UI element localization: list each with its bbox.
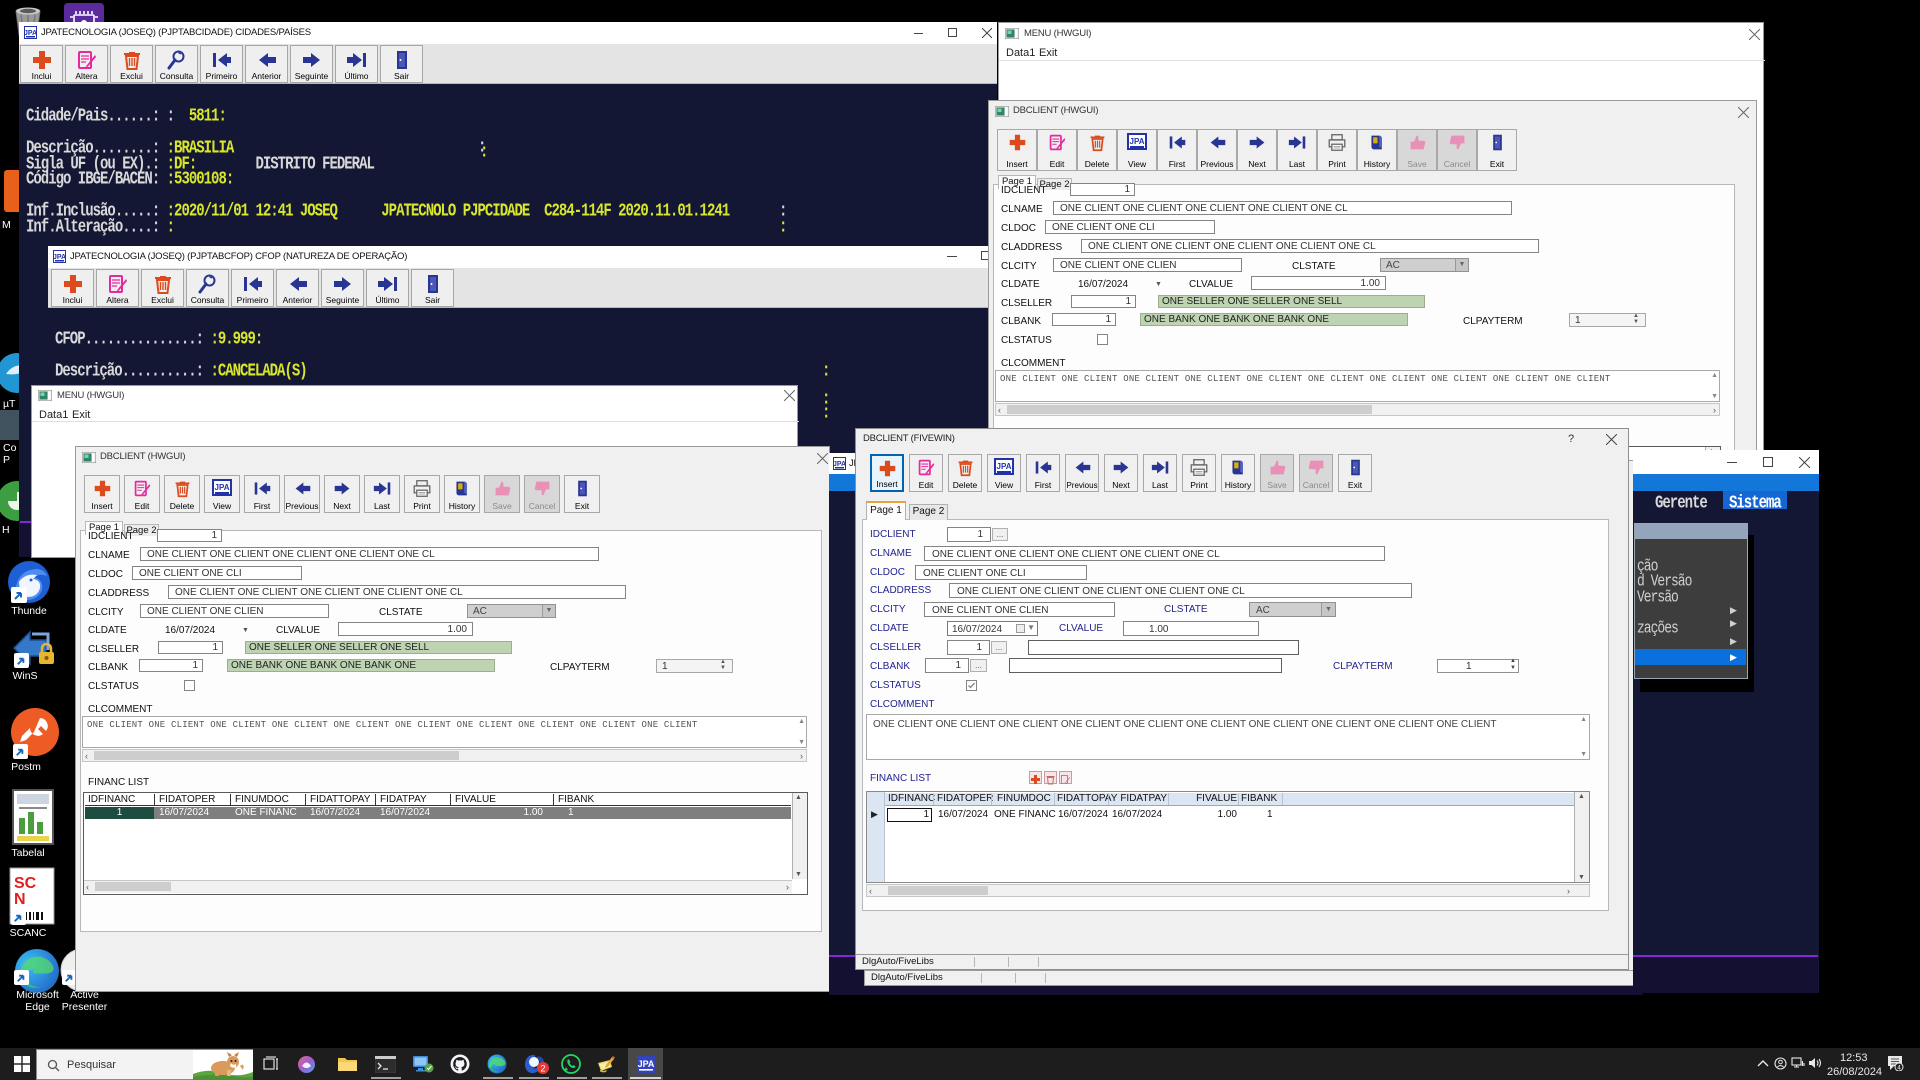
svg-text:2: 2 bbox=[540, 1064, 545, 1074]
svg-text:JPA: JPA bbox=[215, 483, 230, 492]
svg-text:JPA: JPA bbox=[53, 254, 66, 261]
svg-text:N: N bbox=[14, 891, 26, 908]
svg-text:JPA: JPA bbox=[997, 462, 1012, 471]
svg-text:JPA: JPA bbox=[833, 461, 846, 468]
svg-text:JPA: JPA bbox=[24, 30, 37, 37]
svg-text:SC: SC bbox=[14, 875, 37, 892]
svg-text:JPA: JPA bbox=[1130, 137, 1145, 146]
svg-text:JPA: JPA bbox=[638, 1059, 655, 1069]
svg-text:4: 4 bbox=[1897, 1065, 1901, 1071]
